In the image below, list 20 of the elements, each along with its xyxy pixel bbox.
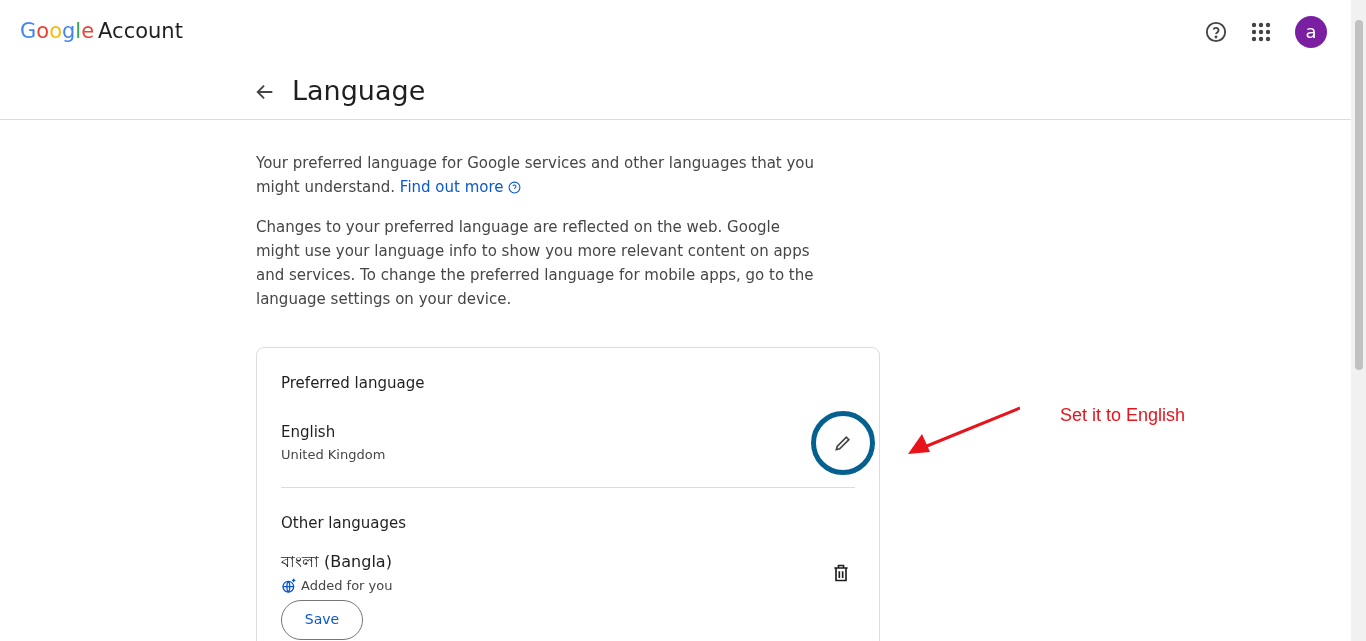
language-name: বাংলা (Bangla) <box>281 551 393 573</box>
region-name: United Kingdom <box>281 446 386 464</box>
globe-sparkle-icon <box>281 577 297 594</box>
trash-icon[interactable] <box>831 562 851 583</box>
avatar[interactable]: a <box>1295 16 1327 48</box>
help-icon[interactable] <box>1205 21 1227 43</box>
google-account-logo[interactable]: Google Account <box>20 16 183 48</box>
apps-grid-icon[interactable] <box>1251 22 1271 42</box>
find-out-more-link[interactable]: Find out more <box>399 175 521 199</box>
info-paragraph: Changes to your preferred language are reflected on the web. Google might use your language info to show you more relevant content on apps and services. To change the preferred language for mobile apps, go to the language settings on your device. <box>256 217 815 310</box>
help-icon <box>507 180 521 194</box>
page-title: Language <box>292 74 426 109</box>
intro-paragraph: Your preferred language for Google services and other languages that you might understand. Find out more <box>256 151 816 199</box>
section-heading: Preferred language <box>281 373 426 394</box>
annotation-text: Set it to English <box>1060 404 1186 427</box>
scrollbar-drawing[interactable] <box>1351 0 1366 641</box>
language-name: English <box>281 421 337 443</box>
added-note: Added for you <box>301 577 393 595</box>
edit-button[interactable] <box>811 410 875 475</box>
section-heading: Other languages <box>281 512 407 534</box>
